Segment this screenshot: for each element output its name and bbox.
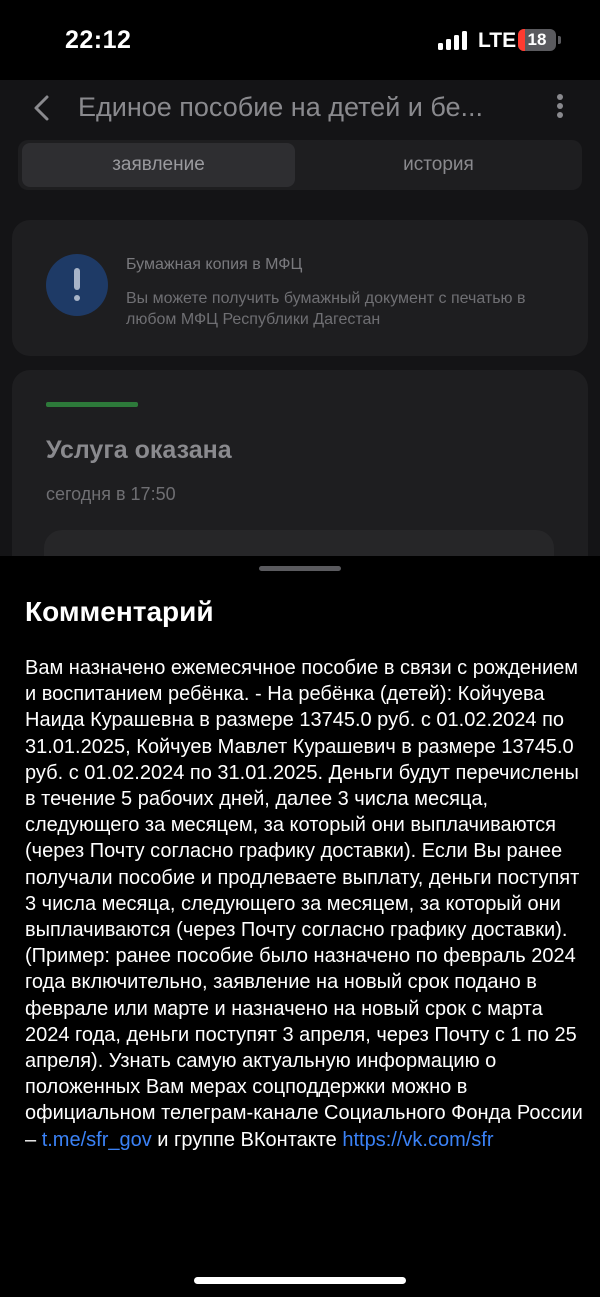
status-bar: 22:12 LTE 18 [0, 0, 600, 80]
service-status-time: сегодня в 17:50 [46, 484, 176, 504]
comment-sheet: Комментарий Вам назначено ежемесячное по… [0, 556, 600, 1297]
network-label: LTE [478, 29, 517, 52]
page-title: Единое пособие на детей и бе... [78, 92, 484, 122]
info-card-title: Бумажная копия в МФЦ [126, 256, 303, 273]
battery-cap [558, 36, 561, 44]
info-card-text: Вы можете получить бумажный документ с п… [126, 290, 526, 328]
vk-link[interactable]: https://vk.com/sfr [342, 1129, 493, 1151]
comment-text: Вам назначено ежемесячное пособие в связ… [25, 655, 585, 1153]
status-time: 22:12 [65, 26, 132, 54]
sheet-grabber[interactable] [259, 566, 341, 571]
comment-connector: и группе ВКонтакте [151, 1128, 343, 1151]
sheet-title: Комментарий [25, 596, 214, 627]
battery-level: 18 [527, 30, 547, 49]
comment-body: Вам назначено ежемесячное пособие в связ… [25, 657, 583, 1151]
battery-icon: 18 [518, 29, 556, 51]
service-status-title: Услуга оказана [46, 436, 232, 464]
tab-bar: заявление история [18, 140, 582, 190]
tab-history[interactable]: история [299, 143, 578, 187]
home-indicator [194, 1277, 406, 1284]
nav-bar: Единое пособие на детей и бе... [0, 80, 600, 136]
more-icon[interactable] [554, 94, 566, 122]
status-detail-card [44, 530, 554, 556]
signal-icon [438, 30, 470, 50]
telegram-link[interactable]: t.me/sfr_gov [42, 1129, 152, 1151]
service-status-card: Услуга оказана сегодня в 17:50 [12, 370, 588, 556]
back-icon[interactable] [32, 94, 52, 122]
exclamation-icon [46, 254, 108, 316]
background-screen: Единое пособие на детей и бе... заявлени… [0, 80, 600, 556]
mfc-info-card: Бумажная копия в МФЦ Вы можете получить … [12, 220, 588, 356]
status-progress-line [46, 402, 138, 407]
tab-application[interactable]: заявление [22, 143, 295, 187]
